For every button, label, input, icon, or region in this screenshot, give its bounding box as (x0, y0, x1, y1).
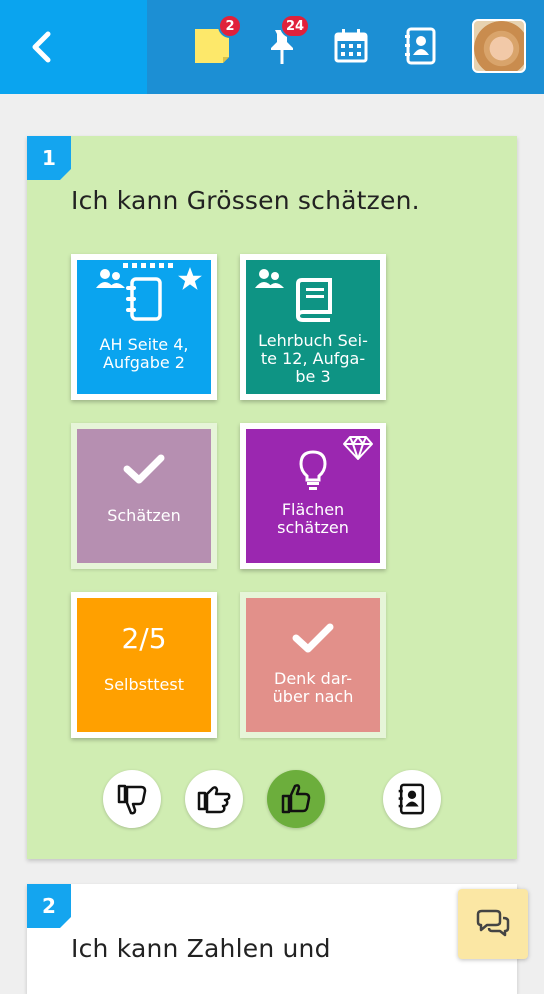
checkmark-icon (292, 623, 334, 653)
task-tile-textbook[interactable]: Lehrbuch Sei-te 12, Aufga-be 3 (240, 254, 386, 400)
thumbs-down-icon (117, 784, 147, 815)
chat-bubbles-icon (476, 909, 510, 937)
dotted-marker-icon (123, 263, 173, 268)
sticky-notes-button[interactable]: 2 (188, 14, 242, 70)
lightbulb-icon (299, 450, 327, 490)
learning-goal-card-2: 2 Ich kann Zahlen und (27, 884, 517, 994)
task-tile-reflection[interactable]: Denk dar-über nach (240, 592, 386, 738)
chevron-left-icon (32, 31, 51, 63)
tile-label: Denk dar-über nach (272, 669, 354, 706)
calendar-icon (334, 29, 368, 63)
task-tile-selbsttest[interactable]: 2/5 Selbsttest (71, 592, 217, 738)
learning-goal-card-1: 1 Ich kann Grössen schätzen. AH Seite 4,… (27, 136, 517, 859)
goal-number-badge: 1 (27, 136, 71, 180)
calendar-button[interactable] (327, 22, 375, 70)
hand-sideways-icon (197, 786, 231, 814)
pins-button[interactable]: 24 (258, 14, 311, 70)
pins-count-badge: 24 (280, 14, 311, 38)
thumbs-down-button[interactable] (103, 770, 161, 828)
star-icon (178, 267, 202, 290)
contact-teacher-button[interactable] (383, 770, 441, 828)
thumbs-up-button[interactable] (267, 770, 325, 828)
goal-title: Ich kann Zahlen und (71, 934, 331, 963)
notes-count-badge: 2 (218, 14, 242, 38)
address-book-icon (405, 27, 436, 65)
goal-number-badge: 2 (27, 884, 71, 928)
back-button[interactable] (0, 0, 147, 94)
contacts-button[interactable] (397, 22, 445, 70)
checkmark-icon (123, 454, 165, 484)
thumbs-up-icon (281, 784, 311, 814)
tile-label: Lehrbuch Sei-te 12, Aufga-be 3 (258, 331, 368, 386)
address-book-icon (398, 783, 425, 815)
top-navigation-bar: 2 24 (0, 0, 544, 94)
selftest-score: 2/5 (121, 622, 167, 655)
task-tile-flaechen-schaetzen[interactable]: Flächen schätzen (240, 423, 386, 569)
tile-label: AH Seite 4, Aufgabe 2 (99, 335, 189, 372)
tile-label: Selbsttest (104, 675, 184, 694)
tile-label: Flächen schätzen (277, 500, 349, 537)
chat-button[interactable] (458, 889, 528, 959)
book-icon (295, 278, 332, 322)
task-tile-workbook[interactable]: AH Seite 4, Aufgabe 2 (71, 254, 217, 400)
diamond-icon (343, 436, 373, 460)
group-work-icon (255, 269, 284, 288)
task-tile-schaetzen[interactable]: Schätzen (71, 423, 217, 569)
tile-label: Schätzen (107, 506, 181, 525)
thumbs-sideways-button[interactable] (185, 770, 243, 828)
user-avatar[interactable] (472, 19, 526, 73)
notebook-icon (126, 277, 162, 321)
goal-title: Ich kann Grössen schätzen. (71, 186, 420, 215)
